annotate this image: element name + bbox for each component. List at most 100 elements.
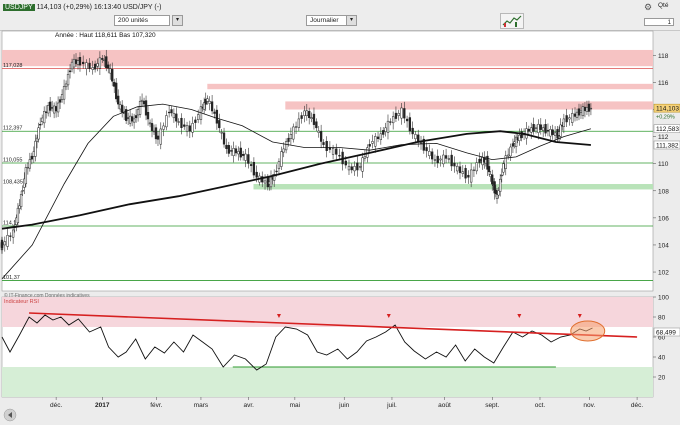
candle-up: [358, 166, 362, 168]
candle-up: [461, 171, 464, 174]
rsi-title: Indicateur RSI: [4, 299, 39, 305]
candle-down: [532, 124, 535, 132]
y-tick-label: 118: [658, 53, 669, 60]
candle-down: [144, 100, 148, 116]
candle-up: [28, 159, 32, 169]
resistance-zone-3: [285, 101, 653, 110]
candle-up: [331, 148, 335, 155]
candle-down: [425, 147, 428, 152]
candle-down: [376, 136, 380, 140]
y-tick-label: 102: [658, 270, 669, 277]
candle-down: [194, 119, 197, 123]
candle-down: [30, 155, 33, 160]
candle-down: [587, 103, 591, 112]
candle-down: [154, 127, 158, 140]
candle-down: [389, 121, 392, 123]
candle-up: [26, 166, 30, 169]
y-tick-label: 110: [658, 161, 669, 168]
candle-up: [542, 127, 545, 131]
candle-down: [325, 140, 328, 151]
candle-up: [537, 123, 540, 133]
candle-down: [54, 106, 58, 112]
candle-down: [453, 162, 456, 167]
candle-up: [52, 105, 56, 114]
candle-down: [338, 155, 341, 157]
candle-up: [384, 127, 387, 132]
candle-up: [553, 132, 557, 136]
candle-up: [475, 162, 478, 172]
candle-up: [568, 117, 571, 120]
candle-down: [405, 118, 409, 122]
candle-down: [408, 117, 412, 132]
candle-up: [562, 118, 566, 127]
candle-up: [34, 140, 37, 157]
x-tick-label: juil.: [386, 402, 397, 409]
candle-up: [172, 113, 176, 119]
candle-up: [220, 132, 223, 134]
candle-down: [539, 124, 542, 130]
candle-up: [571, 113, 574, 123]
candle-down: [130, 116, 134, 122]
x-tick-label: juin: [338, 402, 350, 409]
candle-down: [45, 111, 48, 113]
candle-up: [419, 142, 423, 144]
candle-down: [180, 117, 183, 128]
candle-up: [386, 120, 390, 133]
candle-up: [91, 67, 94, 70]
candle-up: [3, 241, 6, 246]
candle-down: [300, 115, 303, 119]
candle-down: [78, 57, 82, 66]
candle-up: [66, 73, 70, 86]
candle-up: [347, 165, 351, 171]
candle-down: [146, 112, 150, 120]
rsi-y-tick-label: 100: [658, 295, 669, 302]
candle-up: [292, 126, 295, 140]
candle-up: [208, 100, 211, 104]
candle-down: [546, 129, 550, 132]
candle-down: [577, 108, 581, 116]
candle-down: [48, 101, 52, 111]
candle-up: [177, 121, 180, 123]
candle-up: [43, 111, 46, 124]
ma-value-label: 112,583: [656, 126, 679, 133]
price-level-label: 108,435: [3, 179, 23, 185]
candle-up: [374, 136, 377, 147]
candle-up: [109, 68, 112, 74]
x-tick-label: nov.: [583, 402, 595, 409]
candle-up: [282, 148, 285, 153]
candle-down: [368, 144, 371, 147]
x-tick-label: 2017: [95, 402, 110, 409]
x-tick-label: oct.: [535, 402, 546, 409]
candle-down: [350, 166, 353, 171]
candle-down: [142, 100, 146, 105]
candle-up: [159, 128, 162, 145]
candle-up: [263, 180, 267, 184]
x-tick-label: mai: [290, 402, 300, 409]
candle-down: [93, 63, 97, 70]
candle-down: [275, 170, 278, 173]
price-level-label: 110,055: [3, 157, 22, 163]
candle-down: [241, 153, 245, 156]
candle-down: [227, 145, 230, 154]
candle-down: [58, 99, 62, 103]
candle-down: [403, 108, 406, 119]
candle-down: [328, 147, 332, 150]
candle-up: [132, 118, 136, 123]
rsi-y-tick-label: 40: [658, 355, 666, 362]
candle-down: [74, 59, 78, 64]
candle-up: [442, 154, 445, 165]
candle-down: [467, 174, 470, 178]
candle-down: [234, 148, 238, 154]
current-price-label: 114,103: [656, 106, 679, 113]
candle-up: [185, 124, 189, 132]
candle-up: [232, 148, 235, 156]
candle-down: [527, 128, 530, 132]
rsi-y-tick-label: 80: [658, 315, 666, 322]
candle-up: [148, 122, 152, 125]
candle-down: [111, 68, 114, 82]
x-tick-label: déc.: [50, 402, 62, 409]
candle-down: [210, 101, 214, 112]
candle-up: [162, 125, 165, 130]
candle-up: [297, 118, 300, 128]
candle-down: [175, 113, 178, 122]
